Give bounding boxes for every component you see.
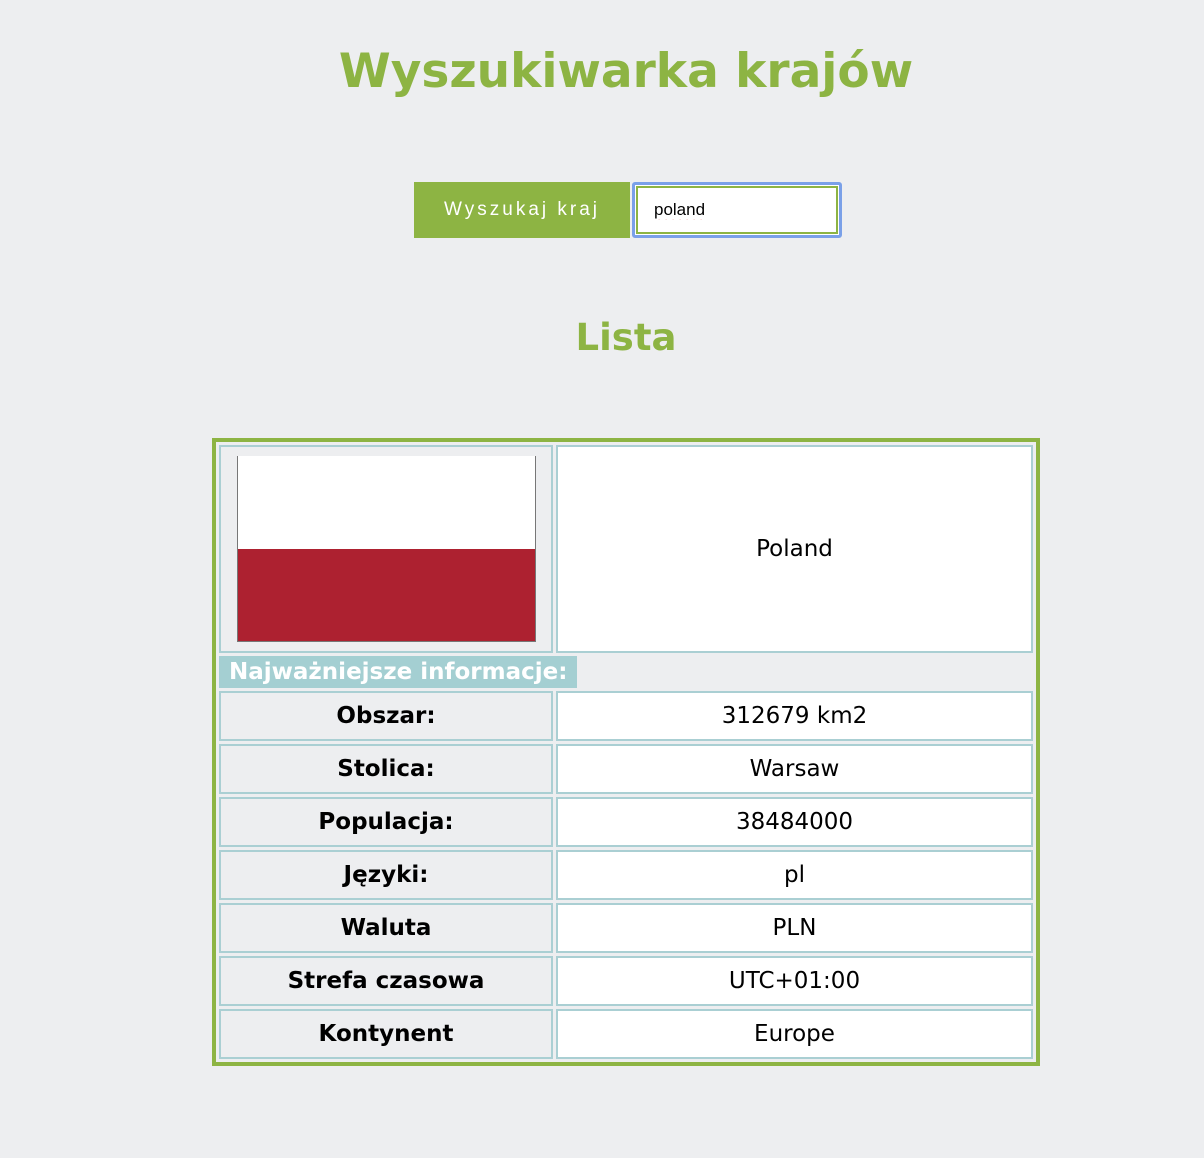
info-row: Populacja: 38484000: [219, 797, 1033, 847]
country-table: Poland Najważniejsze informacje: Obszar:…: [212, 438, 1040, 1066]
info-row-value: Europe: [556, 1009, 1033, 1059]
info-row-label: Strefa czasowa: [219, 956, 553, 1006]
flag-cell: [219, 445, 553, 653]
flag-stripe-red: [237, 548, 535, 641]
info-row-value: UTC+01:00: [556, 956, 1033, 1006]
info-row-label: Stolica:: [219, 744, 553, 794]
info-row: Strefa czasowa UTC+01:00: [219, 956, 1033, 1006]
search-bar: Wyszukaj kraj: [414, 182, 842, 238]
info-row-value: 312679 km2: [556, 691, 1033, 741]
info-row-label: Języki:: [219, 850, 553, 900]
info-header-row: Najważniejsze informacje:: [219, 656, 1033, 688]
info-row: Kontynent Europe: [219, 1009, 1033, 1059]
country-name: Poland: [556, 445, 1033, 653]
info-row: Języki: pl: [219, 850, 1033, 900]
page-title: Wyszukiwarka krajów: [338, 44, 914, 99]
info-row: Stolica: Warsaw: [219, 744, 1033, 794]
info-row-value: PLN: [556, 903, 1033, 953]
flag-stripe-white: [237, 456, 535, 549]
list-title: Lista: [575, 316, 677, 359]
search-input-focus-ring: [632, 182, 842, 238]
info-row-label: Populacja:: [219, 797, 553, 847]
info-row: Waluta PLN: [219, 903, 1033, 953]
info-row-value: pl: [556, 850, 1033, 900]
info-row-value: 38484000: [556, 797, 1033, 847]
info-row-label: Waluta: [219, 903, 553, 953]
info-header-label: Najważniejsze informacje:: [219, 656, 578, 688]
search-input[interactable]: [636, 186, 838, 234]
info-row-label: Kontynent: [219, 1009, 553, 1059]
info-row: Obszar: 312679 km2: [219, 691, 1033, 741]
info-row-label: Obszar:: [219, 691, 553, 741]
country-header-row: Poland: [219, 445, 1033, 653]
info-header-cell: Najważniejsze informacje:: [219, 656, 1033, 688]
poland-flag-icon: [236, 456, 536, 642]
search-button[interactable]: Wyszukaj kraj: [414, 182, 630, 238]
info-row-value: Warsaw: [556, 744, 1033, 794]
